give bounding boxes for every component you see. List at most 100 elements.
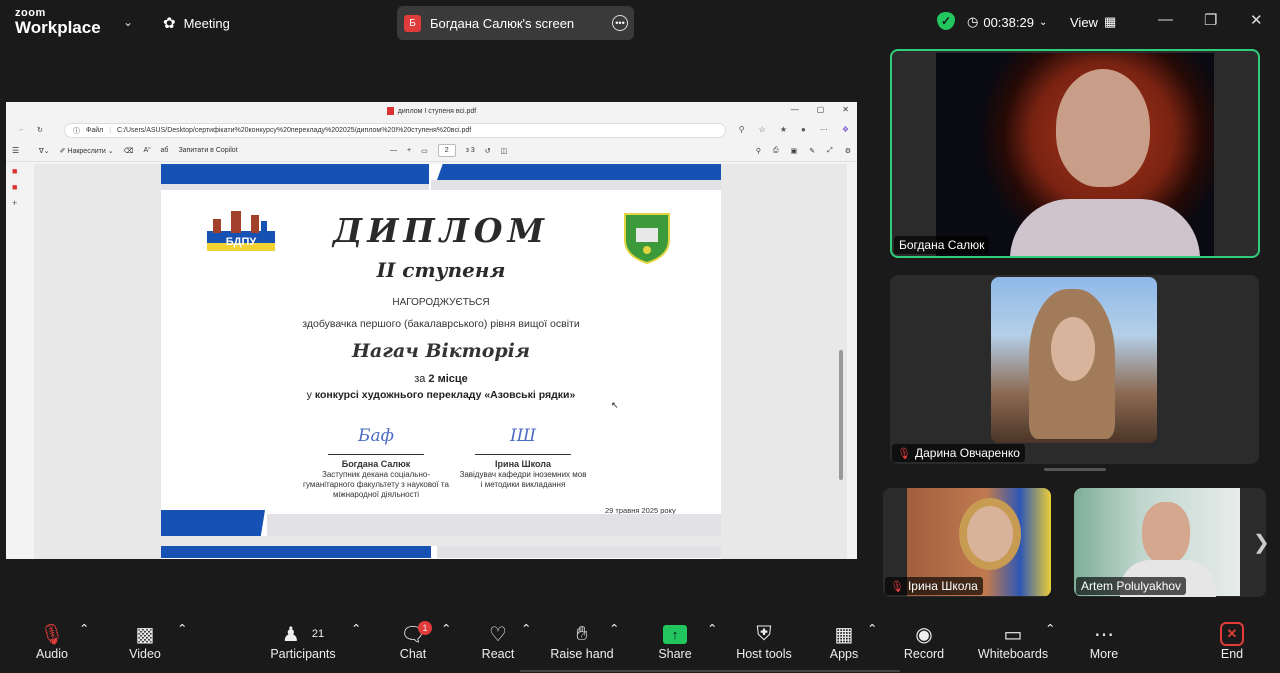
restore-icon[interactable]: ▢ <box>817 105 825 114</box>
shield-icon: ⛨ <box>756 622 772 645</box>
place-line: за 2 місце <box>161 373 721 385</box>
page-number-input[interactable]: 2 <box>437 144 456 157</box>
end-label: End <box>1220 647 1244 661</box>
search-icon[interactable]: ⚲ <box>756 147 761 155</box>
react-button[interactable]: ♡ React <box>480 621 516 662</box>
share-pill-label: Богдана Салюк's screen <box>430 15 575 31</box>
fit-icon[interactable]: ▭ <box>421 147 428 155</box>
restore-icon[interactable]: ❐ <box>1204 11 1217 29</box>
eraser-icon[interactable]: ⌫ <box>124 147 134 155</box>
meeting-menu[interactable]: ✿ Meeting <box>163 14 230 32</box>
refresh-icon[interactable]: ↻ <box>37 126 43 134</box>
audio-options-chevron-icon[interactable]: ⌃ <box>79 621 89 636</box>
host-tools-button[interactable]: ⛨ Host tools <box>734 621 794 662</box>
star-icon[interactable]: ☆ <box>759 125 766 134</box>
timer-value: 00:38:29 <box>983 14 1034 30</box>
view-label: View <box>1070 14 1098 30</box>
pdf-doc-icon[interactable]: ■ <box>12 166 24 178</box>
participant-name: Дарина Овчаренко <box>914 446 1020 460</box>
close-icon[interactable]: ✕ <box>1250 11 1263 29</box>
save-as-icon[interactable]: ✎ <box>809 147 815 155</box>
contest-prefix: у <box>306 389 312 401</box>
camera-icon: ▩ <box>135 623 155 646</box>
zoom-logo: zoom Workplace <box>15 8 101 37</box>
video-tile-speaker[interactable]: Богдана Салюк <box>890 49 1260 258</box>
more-icon[interactable]: ⋯ <box>820 125 828 134</box>
paw-icon: ✿ <box>163 15 176 32</box>
fullscreen-icon[interactable]: ⤢ <box>827 147 833 155</box>
video-tile[interactable]: 🎙︎ Дарина Овчаренко <box>890 275 1259 464</box>
back-icon[interactable]: ← <box>18 126 25 134</box>
video-options-chevron-icon[interactable]: ⌃ <box>177 621 187 636</box>
copilot-button[interactable]: Запитати в Copilot <box>178 147 237 154</box>
raise-hand-button[interactable]: ✋︎ Raise hand <box>549 621 615 662</box>
screen-share-indicator[interactable]: Б Богдана Салюк's screen ••• <box>397 6 634 40</box>
minimize-icon[interactable]: — <box>791 105 799 114</box>
read-aloud-icon[interactable]: A“ <box>144 147 151 154</box>
more-options-icon[interactable]: ••• <box>612 15 628 31</box>
meeting-label: Meeting <box>183 15 230 31</box>
view-button[interactable]: View ▦ <box>1070 14 1116 30</box>
signature-2-script: ІШ <box>509 426 537 446</box>
zoom-icon[interactable]: ⚲ <box>739 125 745 134</box>
top-bar: zoom Workplace ⌄ ✿ Meeting Б Богдана Сал… <box>0 0 1280 46</box>
highlight-icon[interactable]: ∇⌄ <box>39 147 50 155</box>
share-options-chevron-icon[interactable]: ⌃ <box>707 621 717 636</box>
react-options-chevron-icon[interactable]: ⌃ <box>521 621 531 636</box>
settings-icon[interactable]: ⚙ <box>845 147 851 155</box>
favorites-icon[interactable]: ★ <box>780 125 787 134</box>
mic-muted-icon: 🎙︎ <box>890 580 904 593</box>
participants-options-chevron-icon[interactable]: ⌃ <box>351 621 361 636</box>
sidebar-toggle-icon[interactable]: ☰ <box>12 146 19 155</box>
pdf-scrollbar[interactable] <box>839 350 843 480</box>
copilot-icon[interactable]: ❖ <box>842 125 849 134</box>
pdf-doc-icon[interactable]: ■ <box>12 182 24 194</box>
chat-unread-badge: 1 <box>418 621 432 635</box>
participants-button[interactable]: ♟ 21 Participants <box>268 621 338 662</box>
url-text: C:/Users/ASUS/Desktop/сертифікати%20конк… <box>117 127 472 134</box>
close-icon[interactable]: ✕ <box>842 105 849 114</box>
host-tools-label: Host tools <box>736 647 792 661</box>
next-page-chevron-icon[interactable]: ❯ <box>1253 530 1270 555</box>
raise-hand-chevron-icon[interactable]: ⌃ <box>609 621 619 636</box>
video-tile[interactable]: Artem Polulyakhov <box>1074 488 1266 597</box>
profile-icon[interactable]: ● <box>801 125 806 134</box>
whiteboards-options-chevron-icon[interactable]: ⌃ <box>1045 621 1055 636</box>
video-button[interactable]: ▩ Video <box>125 621 165 662</box>
add-icon[interactable]: + <box>12 198 24 210</box>
minimize-icon[interactable]: — <box>1158 11 1173 28</box>
participants-count: 21 <box>311 628 325 640</box>
more-label: More <box>1089 647 1119 661</box>
rotate-icon[interactable]: ↺ <box>485 147 491 155</box>
save-icon[interactable]: ▣ <box>791 147 798 155</box>
zoom-in-icon[interactable]: + <box>407 147 411 154</box>
audio-button[interactable]: 🎙︎ Audio <box>30 621 74 662</box>
translate-icon[interactable]: аб <box>161 147 169 154</box>
apps-options-chevron-icon[interactable]: ⌃ <box>867 621 877 636</box>
app-menu-chevron-icon[interactable]: ⌄ <box>123 15 133 29</box>
chat-button[interactable]: 🗨︎ 1 Chat <box>398 621 432 661</box>
mic-muted-icon: 🎙︎ <box>897 447 911 460</box>
apps-button[interactable]: ▦ Apps <box>826 621 862 662</box>
page-view-icon[interactable]: ◫ <box>501 147 508 155</box>
share-button[interactable]: ↑ Share <box>656 621 694 661</box>
video-tile[interactable]: 🎙︎ Ірина Школа <box>883 488 1051 597</box>
chat-options-chevron-icon[interactable]: ⌃ <box>441 621 451 636</box>
video-label: Video <box>129 647 161 661</box>
panel-resize-handle[interactable] <box>1044 468 1106 471</box>
record-button[interactable]: ◉ Record <box>902 621 946 662</box>
clock-icon: ◷ <box>967 14 979 29</box>
signature-1-name: Богдана Салюк <box>341 459 411 469</box>
draw-tool[interactable]: ✐ Накреслити ⌄ <box>60 147 114 155</box>
meeting-timer[interactable]: ◷ 00:38:29 ⌄ <box>967 14 1047 30</box>
diploma-title: ДИПЛОМ <box>332 211 550 250</box>
whiteboards-button[interactable]: ▭ Whiteboards <box>976 621 1050 662</box>
participant-name: Ірина Школа <box>907 579 978 593</box>
zoom-out-icon[interactable]: — <box>390 147 397 154</box>
more-button[interactable]: ⋯ More <box>1086 621 1122 662</box>
url-field[interactable]: ⓘ Файл | C:/Users/ASUS/Desktop/сертифіка… <box>64 123 726 138</box>
print-icon[interactable]: ⎙ <box>773 147 779 155</box>
shield-check-icon[interactable]: ✓ <box>937 12 955 30</box>
end-button[interactable]: ✕ End <box>1216 621 1248 661</box>
contest-line: у конкурсі художнього перекладу «Азовськ… <box>161 389 721 401</box>
